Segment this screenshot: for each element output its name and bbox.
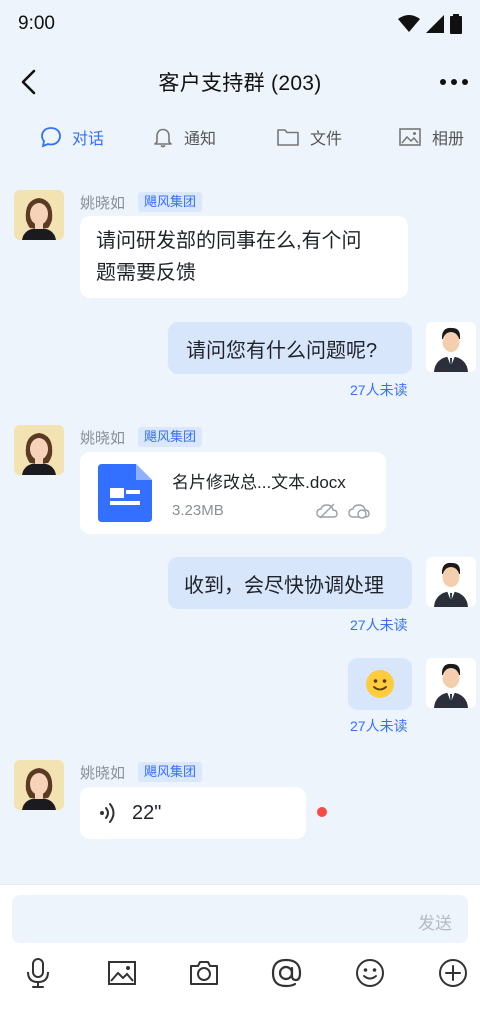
message-bubble[interactable]: 请问研发部的同事在么,有个问 题需要反馈	[80, 216, 408, 298]
tab-notifications-label: 通知	[184, 131, 217, 148]
female-avatar-icon	[14, 190, 64, 240]
tab-files-label: 文件	[310, 131, 343, 148]
more-icon[interactable]	[438, 68, 470, 96]
sender-name: 姚晓如	[80, 430, 126, 447]
mention-button[interactable]	[268, 955, 304, 991]
folder-icon	[277, 129, 299, 146]
tab-chat[interactable]: 对话	[40, 118, 104, 156]
message-input[interactable]: 发送	[12, 895, 468, 943]
at-icon	[271, 958, 302, 988]
message-text-line: 请问研发部的同事在么,有个问	[96, 230, 362, 252]
cloud-download-icon[interactable]	[348, 502, 372, 520]
self-avatar[interactable]	[426, 322, 476, 372]
tab-files[interactable]: 文件	[276, 118, 342, 156]
message-text: 请问您有什么问题呢?	[186, 339, 378, 362]
cloud-offline-icon[interactable]	[316, 502, 338, 520]
unread-dot	[317, 807, 327, 817]
emoji-icon	[356, 959, 384, 987]
male-avatar-icon	[426, 322, 476, 372]
sender-avatar[interactable]	[14, 760, 64, 810]
battery-icon	[450, 14, 462, 34]
message-text-line: 题需要反馈	[96, 262, 196, 284]
chat-title: 客户支持群 (203)	[158, 72, 322, 95]
signal-icon	[426, 15, 444, 33]
male-avatar-icon	[426, 557, 476, 607]
sender-name: 姚晓如	[80, 765, 126, 782]
message-text: 收到，会尽快协调处理	[184, 574, 384, 597]
chat-bubble-icon	[41, 127, 61, 148]
image-icon	[108, 961, 136, 985]
tab-bar: 对话 通知 文件 相册	[0, 118, 480, 156]
female-avatar-icon	[14, 760, 64, 810]
send-button[interactable]: 发送	[418, 909, 452, 934]
read-status[interactable]: 27人未读	[350, 380, 408, 400]
voice-duration: 22"	[132, 802, 162, 824]
image-button[interactable]	[104, 955, 140, 991]
tab-chat-label: 对话	[72, 131, 105, 148]
self-avatar[interactable]	[426, 658, 476, 708]
read-status[interactable]: 27人未读	[350, 716, 408, 736]
org-badge: 飓风集团	[138, 762, 203, 782]
tab-notifications[interactable]: 通知	[152, 118, 216, 156]
emoji-bubble[interactable]	[348, 658, 412, 710]
voice-wave-icon	[100, 803, 115, 823]
sender-name: 姚晓如	[80, 195, 126, 212]
message-bubble[interactable]: 请问您有什么问题呢?	[168, 322, 412, 374]
camera-button[interactable]	[186, 955, 222, 991]
status-time: 9:00	[18, 13, 55, 34]
status-icons	[398, 14, 462, 34]
status-bar: 9:00	[0, 0, 480, 48]
file-size: 3.23MB	[172, 502, 224, 519]
tab-album-label: 相册	[432, 131, 465, 148]
microphone-button[interactable]	[20, 955, 56, 991]
tab-album[interactable]: 相册	[398, 118, 464, 156]
more-actions-button[interactable]	[435, 955, 471, 991]
file-name: 名片修改总...文本.docx	[172, 473, 346, 492]
sender-avatar[interactable]	[14, 190, 64, 240]
org-badge: 飓风集团	[138, 192, 203, 212]
camera-icon	[190, 961, 218, 985]
bell-icon	[154, 128, 172, 148]
image-icon	[399, 128, 421, 146]
microphone-icon	[27, 958, 49, 988]
org-badge: 飓风集团	[138, 427, 203, 447]
voice-message-bubble[interactable]: 22"	[80, 787, 306, 839]
file-card[interactable]: 名片修改总...文本.docx 3.23MB	[80, 452, 386, 534]
chat-header: 客户支持群 (203)	[0, 56, 480, 108]
read-status[interactable]: 27人未读	[350, 615, 408, 635]
male-avatar-icon	[426, 658, 476, 708]
plus-circle-icon	[439, 959, 467, 987]
smiley-emoji-icon	[366, 670, 394, 698]
back-icon[interactable]	[16, 68, 44, 96]
message-bubble[interactable]: 收到，会尽快协调处理	[168, 557, 412, 609]
wifi-icon	[398, 15, 420, 32]
emoji-button[interactable]	[352, 955, 388, 991]
document-file-icon	[98, 464, 152, 522]
message-composer: 发送	[0, 884, 480, 1020]
self-avatar[interactable]	[426, 557, 476, 607]
female-avatar-icon	[14, 425, 64, 475]
sender-avatar[interactable]	[14, 425, 64, 475]
